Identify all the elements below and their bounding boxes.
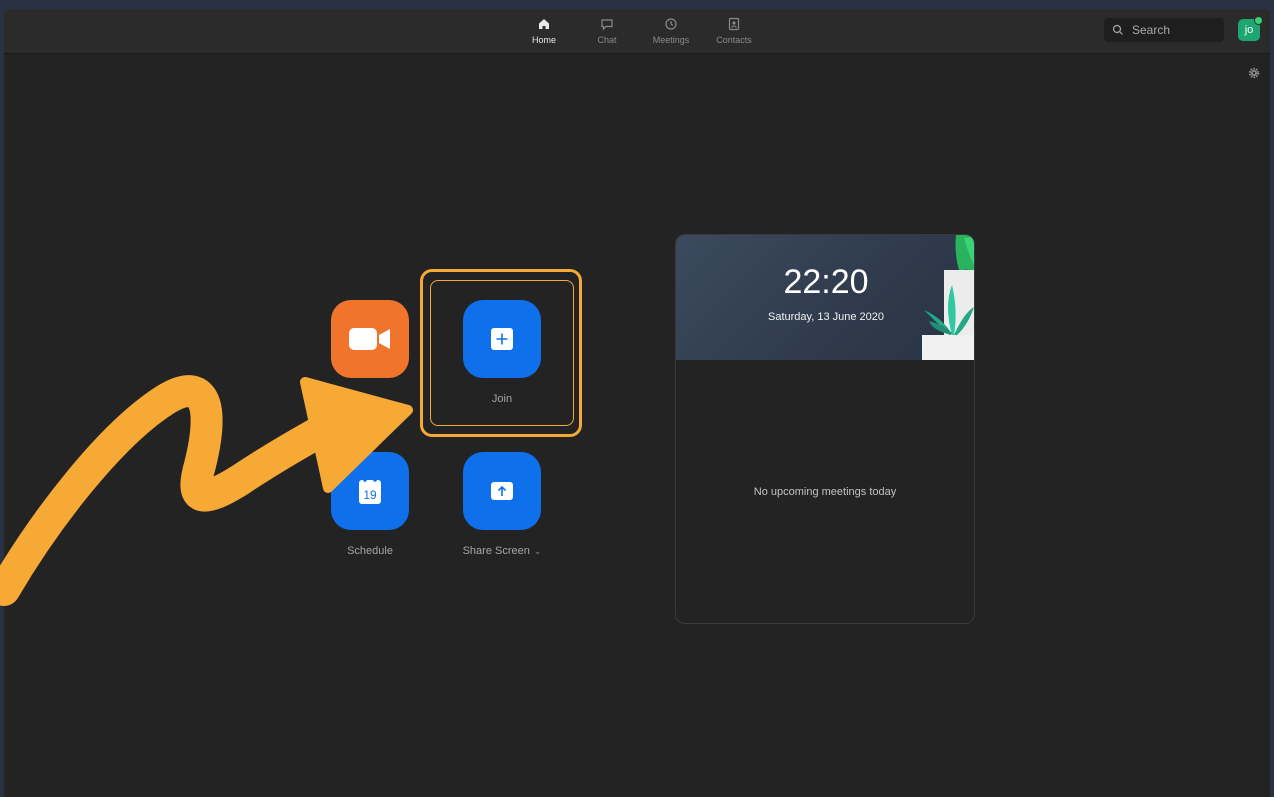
tab-contacts[interactable]: Contacts	[704, 17, 764, 51]
upcoming-meetings-card: 22:20 Saturday, 13 June 2020 No upcoming…	[675, 234, 975, 624]
calendar-day-number: 19	[363, 488, 377, 502]
plant-illustration	[922, 235, 974, 360]
contacts-icon	[728, 17, 740, 31]
schedule-button[interactable]: 19	[331, 452, 409, 530]
clock-icon	[665, 18, 677, 30]
avatar-initials: jo	[1244, 24, 1254, 36]
chevron-down-icon[interactable]: ⌄	[534, 546, 542, 556]
share-screen-label: Share Screen	[462, 545, 530, 557]
tab-home[interactable]: Home	[514, 17, 574, 51]
top-navigation-bar: Home Chat Meetings Contacts jo	[4, 9, 1270, 54]
card-header: 22:20 Saturday, 13 June 2020	[676, 235, 974, 360]
new-meeting-action[interactable]: ng ⌄	[310, 300, 430, 405]
home-icon	[539, 19, 549, 29]
avatar[interactable]: jo	[1238, 16, 1263, 41]
tab-contacts-label: Contacts	[716, 35, 752, 45]
share-screen-button[interactable]	[463, 452, 541, 530]
join-highlight-inner	[430, 280, 574, 426]
online-status-dot	[1254, 16, 1263, 25]
tab-chat[interactable]: Chat	[577, 17, 637, 51]
settings-gear-icon[interactable]	[1248, 67, 1260, 79]
schedule-label: Schedule	[347, 545, 393, 557]
tab-meetings-label: Meetings	[652, 35, 690, 45]
share-screen-label-row: Share Screen ⌄	[442, 545, 562, 557]
tab-meetings[interactable]: Meetings	[641, 17, 701, 51]
chat-icon	[601, 19, 613, 31]
calendar-icon: 19	[359, 478, 381, 504]
schedule-action[interactable]: 19 Schedule	[310, 452, 430, 557]
no-meetings-message: No upcoming meetings today	[753, 486, 897, 498]
new-meeting-button[interactable]	[331, 300, 409, 378]
zoom-window: Home Chat Meetings Contacts jo	[4, 9, 1270, 797]
search-box[interactable]	[1104, 18, 1224, 42]
chevron-down-icon[interactable]: ⌄	[374, 394, 382, 404]
video-camera-icon	[349, 328, 390, 350]
tab-home-label: Home	[531, 35, 556, 45]
new-meeting-label: ng	[358, 393, 371, 405]
share-screen-action[interactable]: Share Screen ⌄	[442, 452, 562, 557]
search-input[interactable]	[1130, 22, 1224, 38]
upload-arrow-icon	[491, 482, 513, 500]
search-icon	[1112, 24, 1123, 35]
new-meeting-label-row: ng ⌄	[310, 393, 430, 405]
tab-chat-label: Chat	[597, 35, 617, 45]
